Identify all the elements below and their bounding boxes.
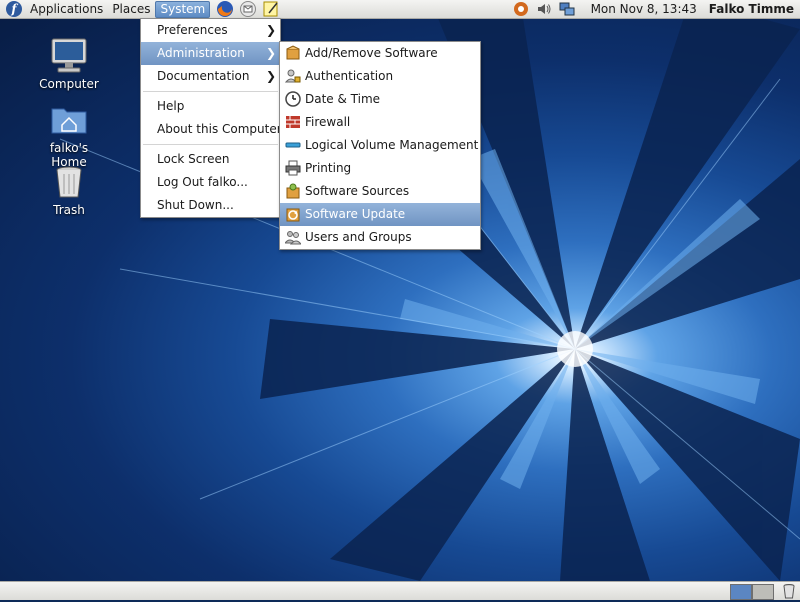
clock[interactable]: Mon Nov 8, 13:43 xyxy=(591,2,697,16)
evolution-mail-icon[interactable] xyxy=(239,0,257,18)
menu-item-software-update[interactable]: Software Update xyxy=(280,203,480,226)
menu-item-label: Add/Remove Software xyxy=(305,46,438,60)
menu-item-label: Software Update xyxy=(305,207,406,221)
menu-separator xyxy=(143,144,278,145)
trash-icon xyxy=(49,162,89,202)
users-icon xyxy=(283,229,303,245)
desktop-icon-home[interactable]: falko's Home xyxy=(34,100,104,169)
desktop-icon-label: Trash xyxy=(53,203,85,217)
menu-item-administration[interactable]: Administration ❯ xyxy=(141,42,280,65)
menu-item-label: Preferences xyxy=(157,23,228,37)
printer-icon xyxy=(285,160,301,176)
system-menu-dropdown: Preferences ❯ Administration ❯ Documenta… xyxy=(140,18,282,218)
menu-item-about[interactable]: About this Computer xyxy=(141,118,282,141)
menu-item-label: Software Sources xyxy=(305,184,410,198)
menu-item-preferences[interactable]: Preferences ❯ xyxy=(141,19,280,42)
menu-item-label: Printing xyxy=(305,161,352,175)
desktop-icon-trash[interactable]: Trash xyxy=(34,162,104,217)
network-monitor-icon[interactable] xyxy=(512,0,530,18)
authentication-icon xyxy=(284,68,301,84)
menu-separator xyxy=(143,91,278,92)
workspace-1-switcher[interactable] xyxy=(730,584,752,600)
menu-item-add-remove-software[interactable]: Add/Remove Software xyxy=(280,42,480,65)
desktop-icon-label: Computer xyxy=(39,77,99,91)
menu-item-label: Documentation xyxy=(157,69,250,83)
network-icon[interactable] xyxy=(558,0,576,18)
menu-item-authentication[interactable]: Authentication xyxy=(280,65,480,88)
menu-item-users-groups[interactable]: Users and Groups xyxy=(280,226,480,249)
menu-item-documentation[interactable]: Documentation ❯ xyxy=(141,65,280,88)
menu-item-label: Firewall xyxy=(305,115,351,129)
system-tray: Mon Nov 8, 13:43 Falko Timme xyxy=(512,0,800,19)
package-icon xyxy=(285,45,301,61)
desktop-icon-computer[interactable]: Computer xyxy=(34,36,104,91)
software-sources-icon xyxy=(285,183,301,199)
software-update-icon xyxy=(285,206,301,222)
fedora-logo-icon[interactable]: f xyxy=(6,1,22,17)
bottom-panel xyxy=(0,581,800,600)
system-menu[interactable]: System xyxy=(155,0,211,18)
menu-item-label: Date & Time xyxy=(305,92,381,106)
lvm-icon xyxy=(285,137,301,153)
menu-item-help[interactable]: Help xyxy=(141,95,280,118)
trash-applet-icon[interactable] xyxy=(781,583,797,599)
submenu-arrow-icon: ❯ xyxy=(265,46,276,60)
menu-item-shut-down[interactable]: Shut Down... xyxy=(141,194,280,217)
menu-item-label: Authentication xyxy=(305,69,394,83)
menu-item-printing[interactable]: Printing xyxy=(280,157,480,180)
menu-item-lock-screen[interactable]: Lock Screen xyxy=(141,148,280,171)
notes-icon[interactable] xyxy=(262,0,280,18)
menu-item-label: Logical Volume Management xyxy=(305,138,479,152)
menu-item-software-sources[interactable]: Software Sources xyxy=(280,180,480,203)
computer-icon xyxy=(49,36,89,76)
home-folder-icon xyxy=(49,100,89,140)
menu-item-date-time[interactable]: Date & Time xyxy=(280,88,480,111)
menu-item-label: Users and Groups xyxy=(305,230,412,244)
user-switcher[interactable]: Falko Timme xyxy=(709,2,794,16)
firefox-icon[interactable] xyxy=(216,0,234,18)
submenu-arrow-icon: ❯ xyxy=(265,69,276,83)
menu-item-log-out[interactable]: Log Out falko... xyxy=(141,171,280,194)
submenu-arrow-icon: ❯ xyxy=(265,23,276,37)
menu-item-label: Administration xyxy=(157,46,245,60)
administration-submenu: Add/Remove Software Authentication Date … xyxy=(279,41,481,250)
firewall-icon xyxy=(285,114,301,130)
clock-icon xyxy=(285,91,301,107)
workspace-2-switcher[interactable] xyxy=(752,584,774,600)
applications-menu[interactable]: Applications xyxy=(26,1,107,18)
places-menu[interactable]: Places xyxy=(108,1,154,18)
top-panel: f Applications Places System Mon Nov 8, … xyxy=(0,0,800,19)
menu-item-lvm[interactable]: Logical Volume Management xyxy=(280,134,480,157)
volume-icon[interactable] xyxy=(535,0,553,18)
menu-item-firewall[interactable]: Firewall xyxy=(280,111,480,134)
